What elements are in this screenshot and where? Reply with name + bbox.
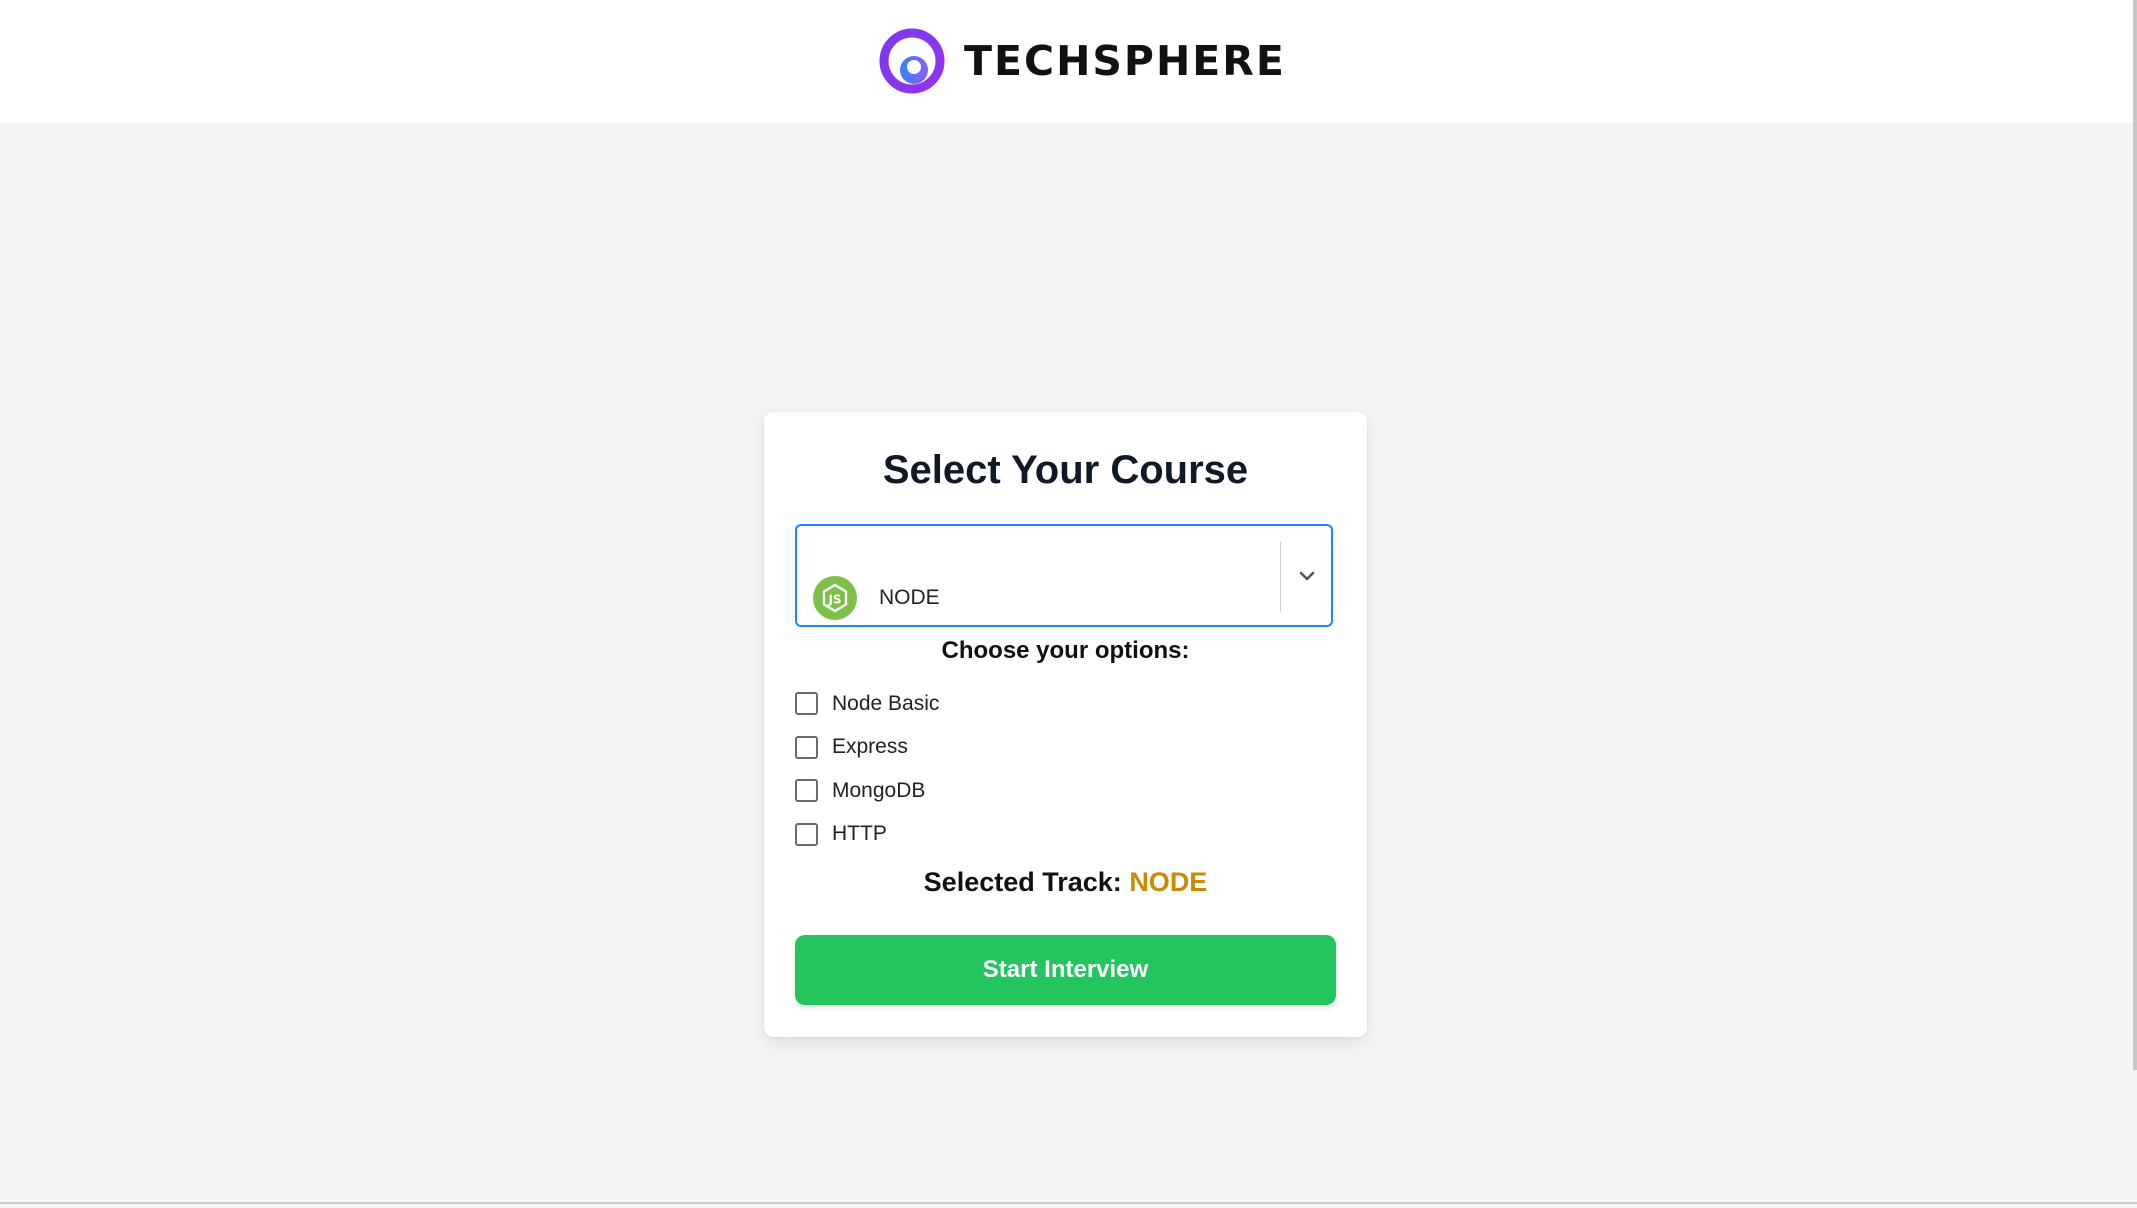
checkbox-mongodb[interactable] [795,779,818,803]
brand-logo[interactable]: TECHSPHERE [878,27,1286,95]
option-label: Express [832,735,908,759]
option-http[interactable]: HTTP [795,813,939,857]
page-scrollbar[interactable] [2133,0,2137,1070]
option-label: Node Basic [832,691,940,715]
options-list: Node Basic Express MongoDB HTTP [795,682,939,856]
brand-name: TECHSPHERE [964,37,1286,85]
chevron-down-icon[interactable] [1298,569,1316,583]
selected-track-label: Selected Track: [923,867,1122,897]
option-label: HTTP [832,822,887,846]
option-express[interactable]: Express [795,726,939,770]
start-interview-button[interactable]: Start Interview [795,935,1336,1005]
options-heading: Choose your options: [941,637,1190,664]
option-label: MongoDB [832,778,926,802]
checkbox-express[interactable] [795,735,818,759]
top-header: TECHSPHERE [0,0,2133,123]
bottom-divider [0,1202,2137,1204]
course-select-value: JS NODE [813,576,940,620]
course-selection-card: Select Your Course JS NODE Choose your o… [764,412,1367,1037]
course-select[interactable]: JS NODE [795,524,1333,627]
svg-text:JS: JS [827,593,841,607]
nodejs-icon: JS [813,576,857,620]
checkbox-http[interactable] [795,822,818,846]
course-select-label: NODE [879,586,940,609]
option-node-basic[interactable]: Node Basic [795,682,939,726]
page-title: Select Your Course [882,448,1249,492]
option-mongodb[interactable]: MongoDB [795,769,939,813]
selected-track: Selected Track: NODE [764,867,1367,898]
techsphere-logo-icon [879,28,945,94]
selected-track-value: NODE [1129,867,1208,897]
checkbox-node-basic[interactable] [795,692,818,716]
select-separator [1280,542,1281,612]
